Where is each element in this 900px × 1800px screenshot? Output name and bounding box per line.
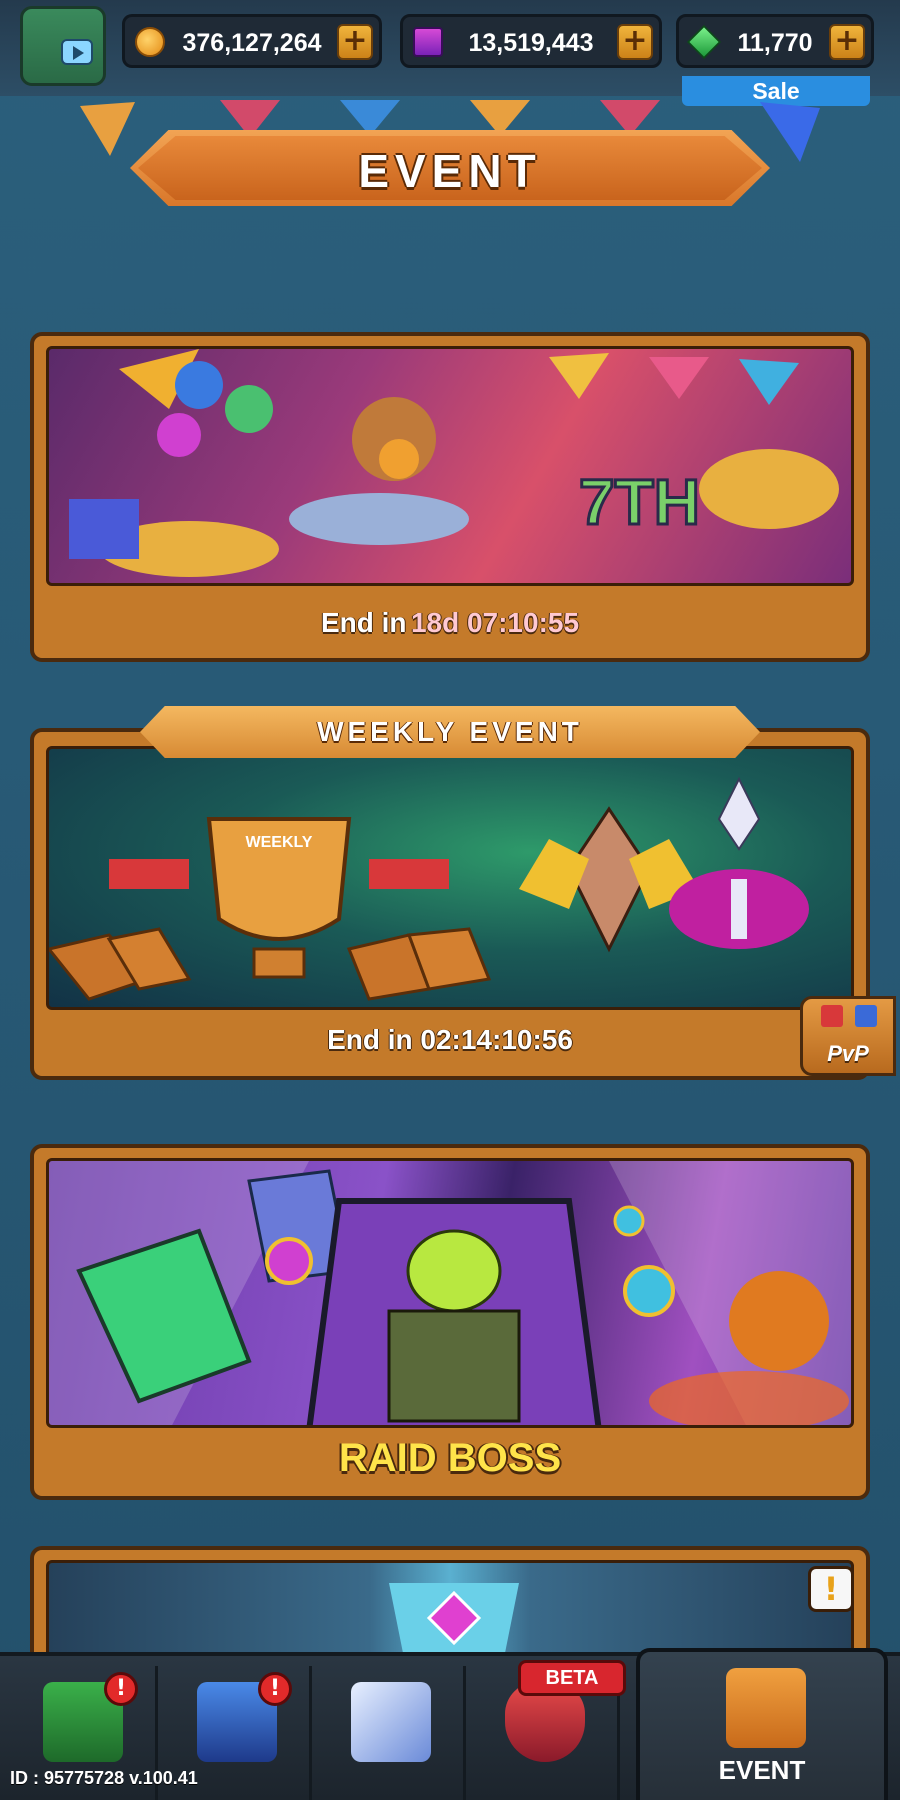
- anniversary-event-art: 7TH: [46, 346, 854, 586]
- add-coins-button[interactable]: +: [337, 24, 373, 60]
- pvp-label: PvP: [827, 1041, 869, 1066]
- nav-ship[interactable]: [316, 1666, 466, 1800]
- add-cards-button[interactable]: +: [617, 24, 653, 60]
- box-notification-badge: !: [258, 1672, 292, 1706]
- raid-boss-label: RAID BOSS: [338, 1436, 562, 1480]
- weekly-timer: End in 02:14:10:56: [34, 1004, 866, 1076]
- play-video-icon: [61, 39, 93, 65]
- card-counter: 13,519,443 +: [400, 14, 662, 68]
- raid-boss-illustration: [49, 1161, 851, 1425]
- anniversary-timer: End in 18d 07:10:55: [34, 588, 866, 658]
- beta-badge: BETA: [518, 1660, 626, 1696]
- coin-amount: 376,127,264: [182, 29, 322, 57]
- upcoming-alert-icon[interactable]: !: [808, 1566, 854, 1612]
- gem-amount: 11,770: [737, 29, 813, 57]
- raid-boss-event-art: [46, 1158, 854, 1428]
- weekly-illustration: WEEKLY: [49, 776, 809, 1001]
- profile-video-button[interactable]: [20, 6, 106, 86]
- card-icon: [413, 27, 443, 57]
- player-id-version: ID : 95775728 v.100.41: [10, 1768, 198, 1788]
- weekly-end-time: End in 02:14:10:56: [327, 1024, 573, 1055]
- gem-icon: [687, 25, 721, 59]
- anniversary-event-card[interactable]: 7TH End in 18d 07:10:55: [30, 332, 870, 662]
- event-title-banner: EVENT: [130, 130, 770, 206]
- gem-counter: 11,770 +: [676, 14, 874, 68]
- blue-flag-icon: [855, 1005, 877, 1027]
- weekly-event-card[interactable]: WEEKLY End in 02:14:10:56: [30, 728, 870, 1080]
- nav-event[interactable]: EVENT: [636, 1648, 888, 1800]
- anniversary-end-time: 18d 07:10:55: [410, 607, 580, 638]
- weekly-trophy-text: WEEKLY: [246, 834, 313, 851]
- raid-boss-label-bar: RAID BOSS: [34, 1420, 866, 1496]
- weekly-event-title: WEEKLY EVENT: [317, 716, 583, 747]
- resource-bar: 376,127,264 + 13,519,443 + 11,770 + Sale: [0, 0, 900, 106]
- card-amount: 13,519,443: [468, 29, 594, 57]
- red-flag-icon: [821, 1005, 843, 1027]
- spaceship-icon: [351, 1682, 431, 1762]
- coin-icon: [135, 27, 165, 57]
- event-icon: [726, 1668, 806, 1748]
- seventh-anniversary-text: 7TH: [579, 466, 700, 538]
- pvp-side-tab[interactable]: PvP: [800, 996, 896, 1076]
- weekly-event-banner: WEEKLY EVENT: [140, 706, 760, 758]
- add-gems-button[interactable]: +: [829, 24, 865, 60]
- anniversary-end-prefix: End in: [320, 607, 407, 638]
- anniversary-illustration: 7TH: [69, 349, 839, 577]
- coin-counter: 376,127,264 +: [122, 14, 382, 68]
- raid-boss-event-card[interactable]: RAID BOSS: [30, 1144, 870, 1500]
- chest-notification-badge: !: [104, 1672, 138, 1706]
- page-title: EVENT: [358, 145, 542, 197]
- weekly-event-art: WEEKLY: [46, 746, 854, 1010]
- nav-event-label: EVENT: [718, 1755, 806, 1785]
